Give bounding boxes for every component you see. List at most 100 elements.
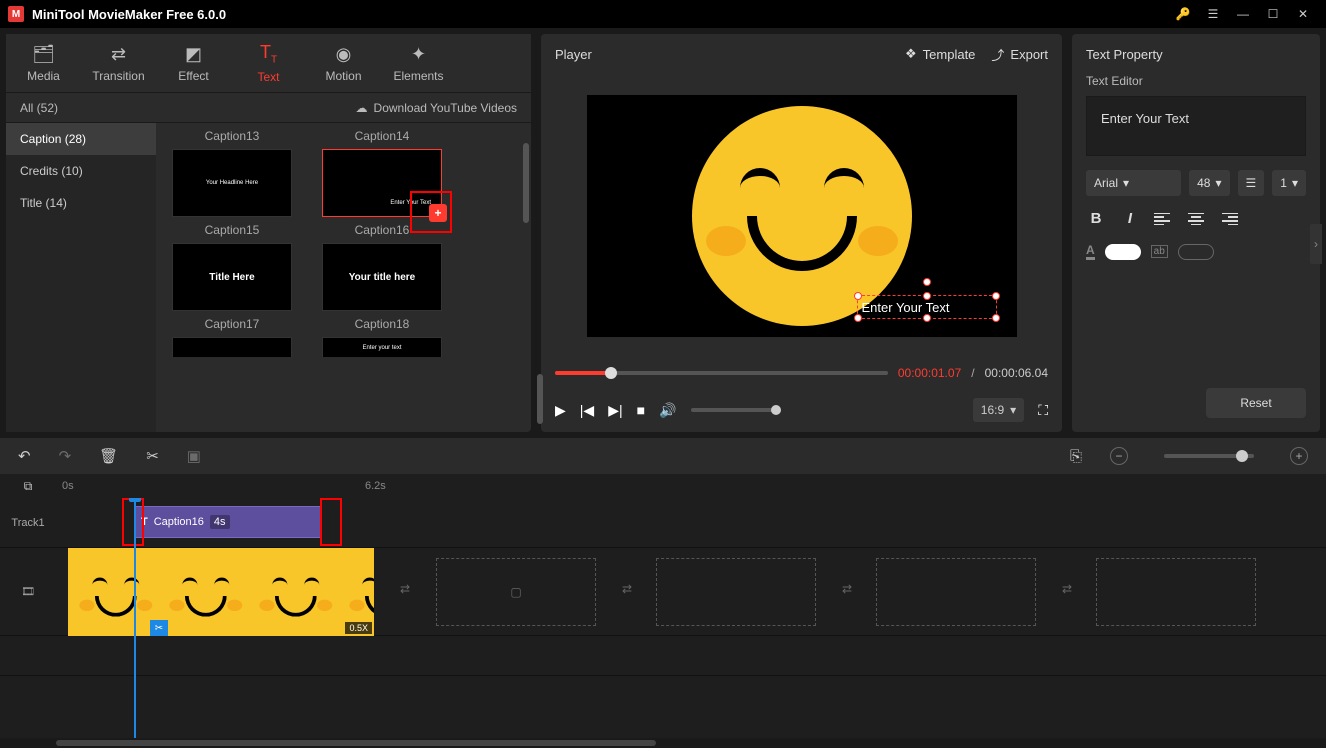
- tab-text[interactable]: TTText: [231, 34, 306, 92]
- font-size-select[interactable]: 48▾: [1189, 170, 1229, 196]
- reset-button[interactable]: Reset: [1206, 388, 1306, 418]
- time-current: 00:00:01.07: [898, 366, 961, 380]
- scrollbar[interactable]: [537, 94, 543, 422]
- chevron-down-icon: ▾: [1123, 176, 1129, 190]
- template-label: Caption18: [355, 317, 410, 333]
- drop-zone[interactable]: [876, 558, 1036, 626]
- download-youtube[interactable]: ☁Download YouTube Videos: [356, 101, 517, 115]
- video-track: 🎞 0.5X ✂ ⇄ ▢ ⇄ ⇄ ⇄: [0, 548, 1326, 636]
- text-color-swatch[interactable]: [1105, 244, 1141, 260]
- tab-effect[interactable]: ◩Effect: [156, 34, 231, 92]
- template-caption18-thumb[interactable]: Your title here: [322, 243, 442, 311]
- letter-spacing-select[interactable]: 1▾: [1272, 170, 1306, 196]
- tab-transition-label: Transition: [92, 69, 144, 83]
- split-button[interactable]: ✂: [146, 447, 159, 465]
- title-bar: M MiniTool MovieMaker Free 6.0.0 🔑 ☰ — ☐…: [0, 0, 1326, 28]
- tab-motion[interactable]: ◉Motion: [306, 34, 381, 92]
- play-button[interactable]: ▶: [555, 402, 566, 419]
- tab-elements[interactable]: ✦Elements: [381, 34, 456, 92]
- bold-button[interactable]: B: [1086, 210, 1106, 227]
- template-caption16-thumb[interactable]: Enter Your Text +: [322, 149, 442, 217]
- video-frame: Enter Your Text: [587, 95, 1017, 337]
- template-caption17-thumb[interactable]: Title Here: [172, 243, 292, 311]
- fullscreen-button[interactable]: ⛶: [1038, 402, 1048, 419]
- crop-button[interactable]: ▣: [187, 447, 201, 465]
- tab-effect-label: Effect: [178, 69, 208, 83]
- transition-slot[interactable]: ⇄: [400, 582, 410, 596]
- export-button[interactable]: ⤴Export: [991, 45, 1048, 64]
- drop-zone[interactable]: [1096, 558, 1256, 626]
- text-editor-label: Text Editor: [1072, 74, 1320, 88]
- category-list: Caption (28) Credits (10) Title (14): [6, 123, 156, 432]
- tracks-area: Track1 T Caption16 4s 🎞 0.5X: [0, 498, 1326, 738]
- maximize-button[interactable]: ☐: [1258, 0, 1288, 28]
- minimize-button[interactable]: —: [1228, 0, 1258, 28]
- volume-slider[interactable]: [691, 408, 781, 412]
- caption-clip[interactable]: T Caption16 4s: [134, 506, 322, 538]
- align-right-button[interactable]: [1222, 213, 1242, 225]
- redo-button[interactable]: ↷: [59, 447, 72, 465]
- category-caption[interactable]: Caption (28): [6, 123, 156, 155]
- category-all[interactable]: All (52): [20, 101, 58, 115]
- category-title[interactable]: Title (14): [6, 187, 156, 219]
- video-track-icon: 🎞: [0, 585, 56, 598]
- font-select[interactable]: Arial▾: [1086, 170, 1181, 196]
- key-icon[interactable]: 🔑: [1168, 0, 1198, 28]
- scrub-bar[interactable]: 00:00:01.07 / 00:00:06.04: [541, 358, 1062, 388]
- undo-button[interactable]: ↶: [18, 447, 31, 465]
- collapse-panel-button[interactable]: ›: [1310, 224, 1322, 264]
- tab-media-label: Media: [27, 69, 60, 83]
- stop-button[interactable]: ■: [637, 402, 645, 418]
- close-button[interactable]: ✕: [1288, 0, 1318, 28]
- template-grid: Caption13 Caption14 Your Headline Here C…: [156, 123, 531, 432]
- highlight-color-swatch[interactable]: [1178, 244, 1214, 260]
- text-color-icon[interactable]: A: [1086, 243, 1095, 260]
- timeline-ruler[interactable]: ⧉ 0s 6.2s: [0, 474, 1326, 498]
- app-logo: M: [8, 6, 24, 22]
- zoom-in-button[interactable]: +: [1290, 447, 1308, 465]
- template-thumb[interactable]: Enter your text: [322, 337, 442, 357]
- video-clip[interactable]: 0.5X ✂: [68, 548, 374, 636]
- align-center-button[interactable]: [1188, 213, 1208, 225]
- fit-button[interactable]: ⎘: [1070, 448, 1082, 465]
- ruler-tick: 0s: [62, 480, 74, 492]
- aspect-ratio-select[interactable]: 16:9▾: [973, 398, 1024, 422]
- add-track-button[interactable]: ⧉: [0, 479, 56, 494]
- scrollbar[interactable]: [523, 123, 529, 432]
- template-button[interactable]: ❖Template: [905, 46, 975, 62]
- category-credits[interactable]: Credits (10): [6, 155, 156, 187]
- tab-text-label: Text: [257, 70, 279, 84]
- template-thumb[interactable]: [172, 337, 292, 357]
- track-label: Track1: [0, 517, 56, 529]
- transition-slot[interactable]: ⇄: [1062, 582, 1072, 596]
- transition-slot[interactable]: ⇄: [842, 582, 852, 596]
- preview-area[interactable]: Enter Your Text: [541, 74, 1062, 358]
- time-total: 00:00:06.04: [985, 366, 1048, 380]
- prev-frame-button[interactable]: |◀: [580, 402, 594, 419]
- line-spacing-button[interactable]: ☰: [1238, 170, 1265, 196]
- text-overlay[interactable]: Enter Your Text: [857, 295, 997, 319]
- align-left-button[interactable]: [1154, 213, 1174, 225]
- horizontal-scrollbar[interactable]: [0, 738, 1326, 748]
- menu-icon[interactable]: ☰: [1198, 0, 1228, 28]
- text-input[interactable]: Enter Your Text: [1086, 96, 1306, 156]
- italic-button[interactable]: I: [1120, 210, 1140, 227]
- transition-slot[interactable]: ⇄: [622, 582, 632, 596]
- zoom-slider[interactable]: [1164, 454, 1254, 458]
- player-panel: Player ❖Template ⤴Export Enter Your Text: [541, 34, 1062, 432]
- cut-marker-icon[interactable]: ✂: [150, 620, 168, 636]
- next-frame-button[interactable]: ▶|: [608, 402, 622, 419]
- delete-button[interactable]: 🗑: [99, 447, 118, 465]
- library-panel: 🗂Media ⇄Transition ◩Effect TTText ◉Motio…: [6, 34, 531, 432]
- cloud-download-icon: ☁: [356, 101, 368, 115]
- drop-zone[interactable]: [656, 558, 816, 626]
- tab-media[interactable]: 🗂Media: [6, 34, 81, 92]
- drop-zone[interactable]: ▢: [436, 558, 596, 626]
- tab-transition[interactable]: ⇄Transition: [81, 34, 156, 92]
- zoom-out-button[interactable]: −: [1110, 447, 1128, 465]
- playhead[interactable]: [134, 498, 136, 738]
- highlight-color-icon[interactable]: ab: [1151, 245, 1168, 258]
- volume-icon[interactable]: 🔊: [659, 402, 676, 419]
- template-caption15-thumb[interactable]: Your Headline Here: [172, 149, 292, 217]
- add-template-button[interactable]: +: [429, 204, 447, 222]
